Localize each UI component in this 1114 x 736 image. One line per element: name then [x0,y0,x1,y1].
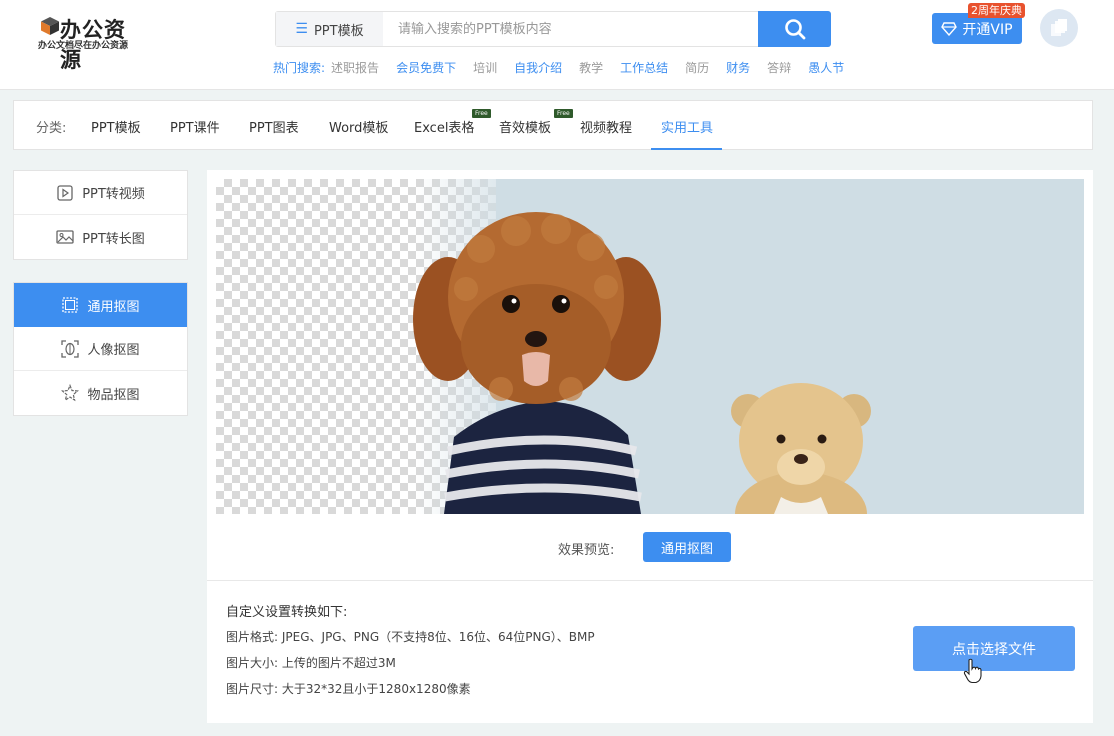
search-bar: ☰ PPT模板 [275,11,831,47]
active-tab-underline [651,148,722,150]
select-frame-icon [61,296,79,314]
vip-button-label: 开通VIP [962,21,1013,38]
user-avatar[interactable] [1040,9,1078,47]
logo-subtitle: 办公文档尽在办公资源 [38,41,129,51]
divider [207,580,1093,581]
format-value: JPEG、JPG、PNG（不支持8位、16位、64位PNG）、BMP [281,630,595,644]
category-bar: 分类: PPT模板 PPT课件 PPT图表 Word模板 Excel表格 Fre… [13,100,1093,150]
hot-search-link[interactable]: 教学 [579,59,603,77]
sidebar-item-label: 物品抠图 [87,387,140,403]
sidebar-item-label: PPT转视频 [82,187,145,202]
star-outline-icon [61,384,80,402]
play-icon [56,184,74,202]
hot-search-link[interactable]: 述职报告 [331,59,379,77]
select-file-button[interactable]: 点击选择文件 [913,626,1075,671]
format-key: 图片格式: [226,630,279,644]
sidebar-item-label: 人像抠图 [87,343,140,358]
category-ppt-chart[interactable]: PPT图表 [249,117,299,136]
logo-cube-icon [41,17,59,35]
image-icon [56,228,74,246]
sidebar-item-label: 通用抠图 [87,299,140,315]
hot-search-link[interactable]: 自我介绍 [514,59,562,77]
sidebar-item-ppt-to-long-image[interactable]: PPT转长图 [14,215,187,259]
hot-search-link[interactable]: 会员免费下 [396,59,456,77]
hot-search-link[interactable]: 培训 [473,59,497,77]
portrait-icon [61,339,80,358]
free-tag: Free [554,109,573,118]
category-video-tutorial[interactable]: 视频教程 [580,117,632,136]
size-key: 图片大小: [226,656,279,670]
anniversary-badge: 2周年庆典 [968,3,1025,18]
hot-search-link[interactable]: 工作总结 [620,59,668,77]
dimension-row: 图片尺寸: 大于32*32且小于1280x1280像素 [226,680,471,697]
sidebar-item-portrait-cutout[interactable]: 人像抠图 [14,327,187,371]
hot-search-link[interactable]: 愚人节 [808,59,844,77]
category-label: 分类: [36,121,67,136]
hot-search-link[interactable]: 财务 [726,59,750,77]
menu-icon: ☰ [295,21,308,37]
settings-title: 自定义设置转换如下: [226,605,348,620]
dimension-key: 图片尺寸: [226,682,279,696]
search-button[interactable] [758,11,831,47]
hot-search-label: 热门搜索: [273,61,326,75]
category-ppt-courseware[interactable]: PPT课件 [170,117,220,136]
hand-cursor-icon [963,658,982,684]
size-value: 上传的图片不超过3M [281,656,396,670]
search-category-dropdown[interactable]: ☰ PPT模板 [276,12,383,46]
search-input[interactable] [384,12,759,46]
format-row: 图片格式: JPEG、JPG、PNG（不支持8位、16位、64位PNG）、BMP [226,628,595,645]
search-icon [784,19,805,40]
avatar-placeholder-icon [1051,19,1067,36]
hot-search-link[interactable]: 简历 [685,59,709,77]
size-row: 图片大小: 上传的图片不超过3M [226,654,396,671]
diamond-icon [941,21,958,36]
category-tools[interactable]: 实用工具 [661,117,713,136]
effect-preview-label: 效果预览: [558,543,615,558]
logo[interactable]: 办公资源 办公文档尽在办公资源 [38,14,138,72]
sidebar: PPT转视频 PPT转长图 通用抠图 人像抠图 物品抠图 [13,170,188,416]
hot-searches: 热门搜索: 述职报告 会员免费下 培训 自我介绍 教学 工作总结 简历 财务 答辩 愚人节 [273,59,861,77]
hot-search-link[interactable]: 答辩 [767,59,791,77]
effect-general-cutout-button[interactable]: 通用抠图 [643,532,731,562]
free-tag: Free [472,109,491,118]
sidebar-item-label: PPT转长图 [82,231,145,247]
dimension-value: 大于32*32且小于1280x1280像素 [281,682,471,696]
effect-preview-row: 效果预览: 通用抠图 [207,530,1093,564]
main-panel: 效果预览: 通用抠图 自定义设置转换如下: 图片格式: JPEG、JPG、PNG… [207,170,1093,723]
sidebar-group-ppt: PPT转视频 PPT转长图 [13,170,188,260]
cutout-preview-image [216,179,1084,514]
search-category-label: PPT模板 [313,23,364,39]
category-excel-sheet[interactable]: Excel表格 [414,117,474,136]
sidebar-group-cutout: 通用抠图 人像抠图 物品抠图 [13,282,188,416]
dog-and-teddy-illustration [413,212,871,514]
sidebar-item-ppt-to-video[interactable]: PPT转视频 [14,171,187,215]
header: 办公资源 办公文档尽在办公资源 ☰ PPT模板 热门搜索: 述职报告会员免费下培… [0,0,1114,90]
sidebar-item-general-cutout[interactable]: 通用抠图 [14,283,187,327]
category-ppt-template[interactable]: PPT模板 [91,117,141,136]
sidebar-item-object-cutout[interactable]: 物品抠图 [14,371,187,415]
category-word-template[interactable]: Word模板 [329,117,388,136]
category-sound-template[interactable]: 音效模板 [499,117,551,136]
